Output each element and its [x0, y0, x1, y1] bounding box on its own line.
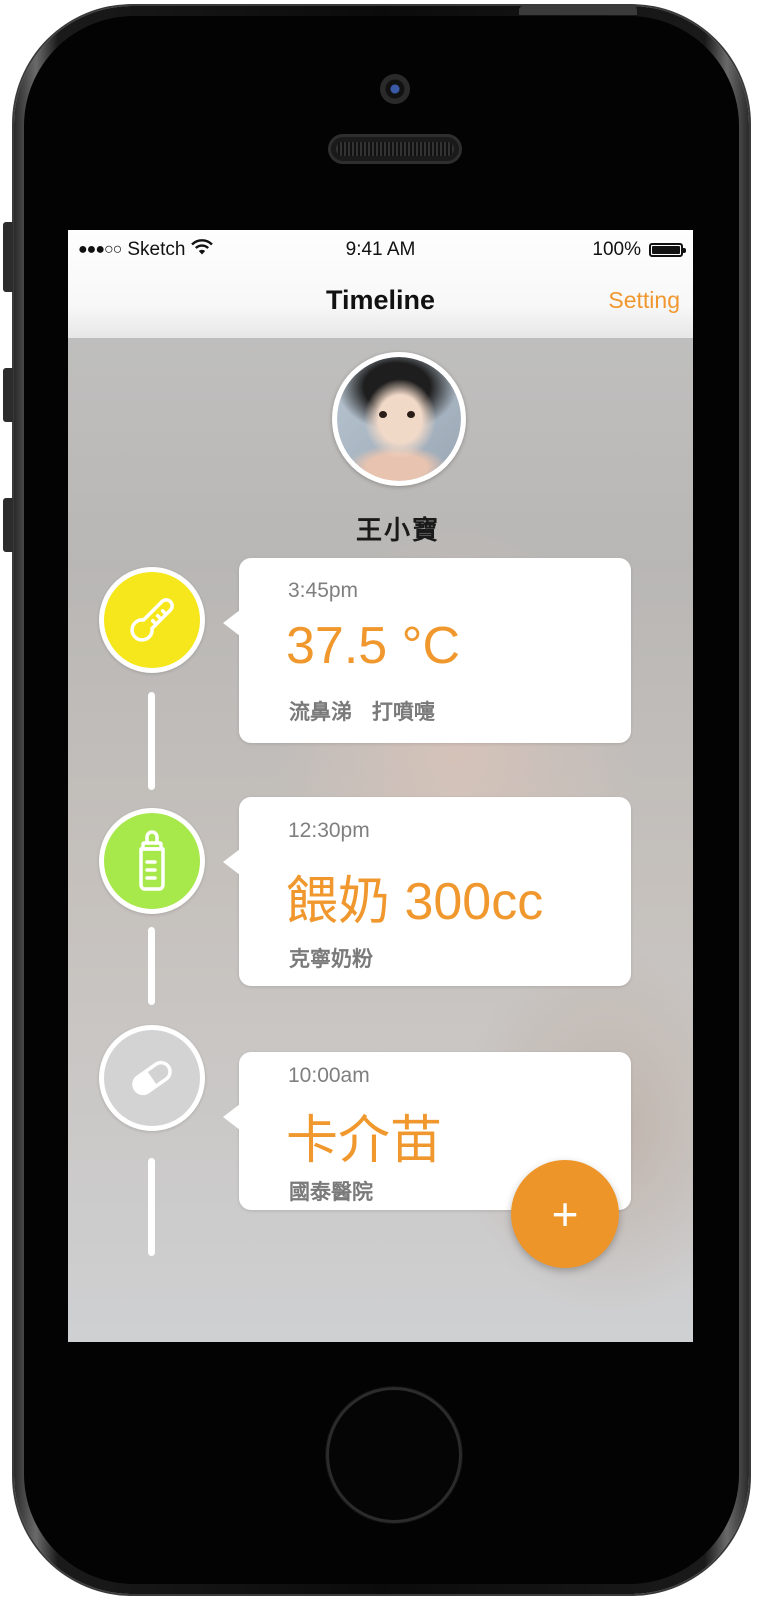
power-button: [519, 6, 637, 15]
page-title: Timeline: [325, 285, 436, 315]
add-entry-button[interactable]: +: [511, 1160, 619, 1268]
timeline-connector: [148, 927, 155, 1005]
entry-value: 餵奶 300cc: [286, 873, 544, 931]
entry-note: 流鼻涕 打噴嚏: [289, 701, 435, 724]
thermometer-icon: [130, 598, 174, 642]
mute-switch: [3, 222, 13, 292]
volume-down-button: [3, 498, 13, 552]
entry-time: 12:30pm: [288, 819, 370, 842]
baby-bottle-icon: [139, 830, 165, 891]
timeline-icon-feeding[interactable]: [99, 808, 205, 914]
baby-name: 王小寶: [355, 515, 440, 545]
volume-up-button: [3, 368, 13, 422]
front-camera: [380, 74, 410, 104]
setting-button[interactable]: Setting: [608, 287, 680, 314]
baby-photo: [337, 357, 461, 481]
earpiece-speaker: [328, 134, 462, 164]
avatar[interactable]: [332, 352, 466, 486]
timeline-connector: [148, 1158, 155, 1256]
timeline-connector: [148, 692, 155, 790]
entry-note: 克寧奶粉: [289, 948, 373, 971]
timeline-card-temperature[interactable]: 3:45pm 37.5 °C 流鼻涕 打噴嚏: [223, 558, 631, 743]
navigation-bar: ●●●○○ Sketch 9:41 AM 100% Timeline Setti…: [68, 230, 693, 339]
entry-value: 37.5 °C: [286, 617, 461, 675]
timeline-card-feeding[interactable]: 12:30pm 餵奶 300cc 克寧奶粉: [223, 797, 631, 986]
entry-note: 國泰醫院: [289, 1181, 373, 1204]
home-button[interactable]: [326, 1387, 462, 1523]
battery-icon: [649, 243, 686, 257]
battery-percentage: 100%: [592, 239, 641, 260]
timeline-icon-vaccine[interactable]: [99, 1025, 205, 1131]
entry-time: 3:45pm: [288, 579, 359, 602]
pill-icon: [132, 1060, 172, 1096]
timeline-icon-temperature[interactable]: [99, 567, 205, 673]
app-screen: ●●●○○ Sketch 9:41 AM 100% Timeline Setti…: [68, 230, 693, 1342]
entry-value: 卡介苗: [286, 1112, 443, 1170]
entry-time: 10:00am: [288, 1064, 370, 1087]
status-bar: ●●●○○ Sketch 9:41 AM 100%: [68, 230, 693, 270]
